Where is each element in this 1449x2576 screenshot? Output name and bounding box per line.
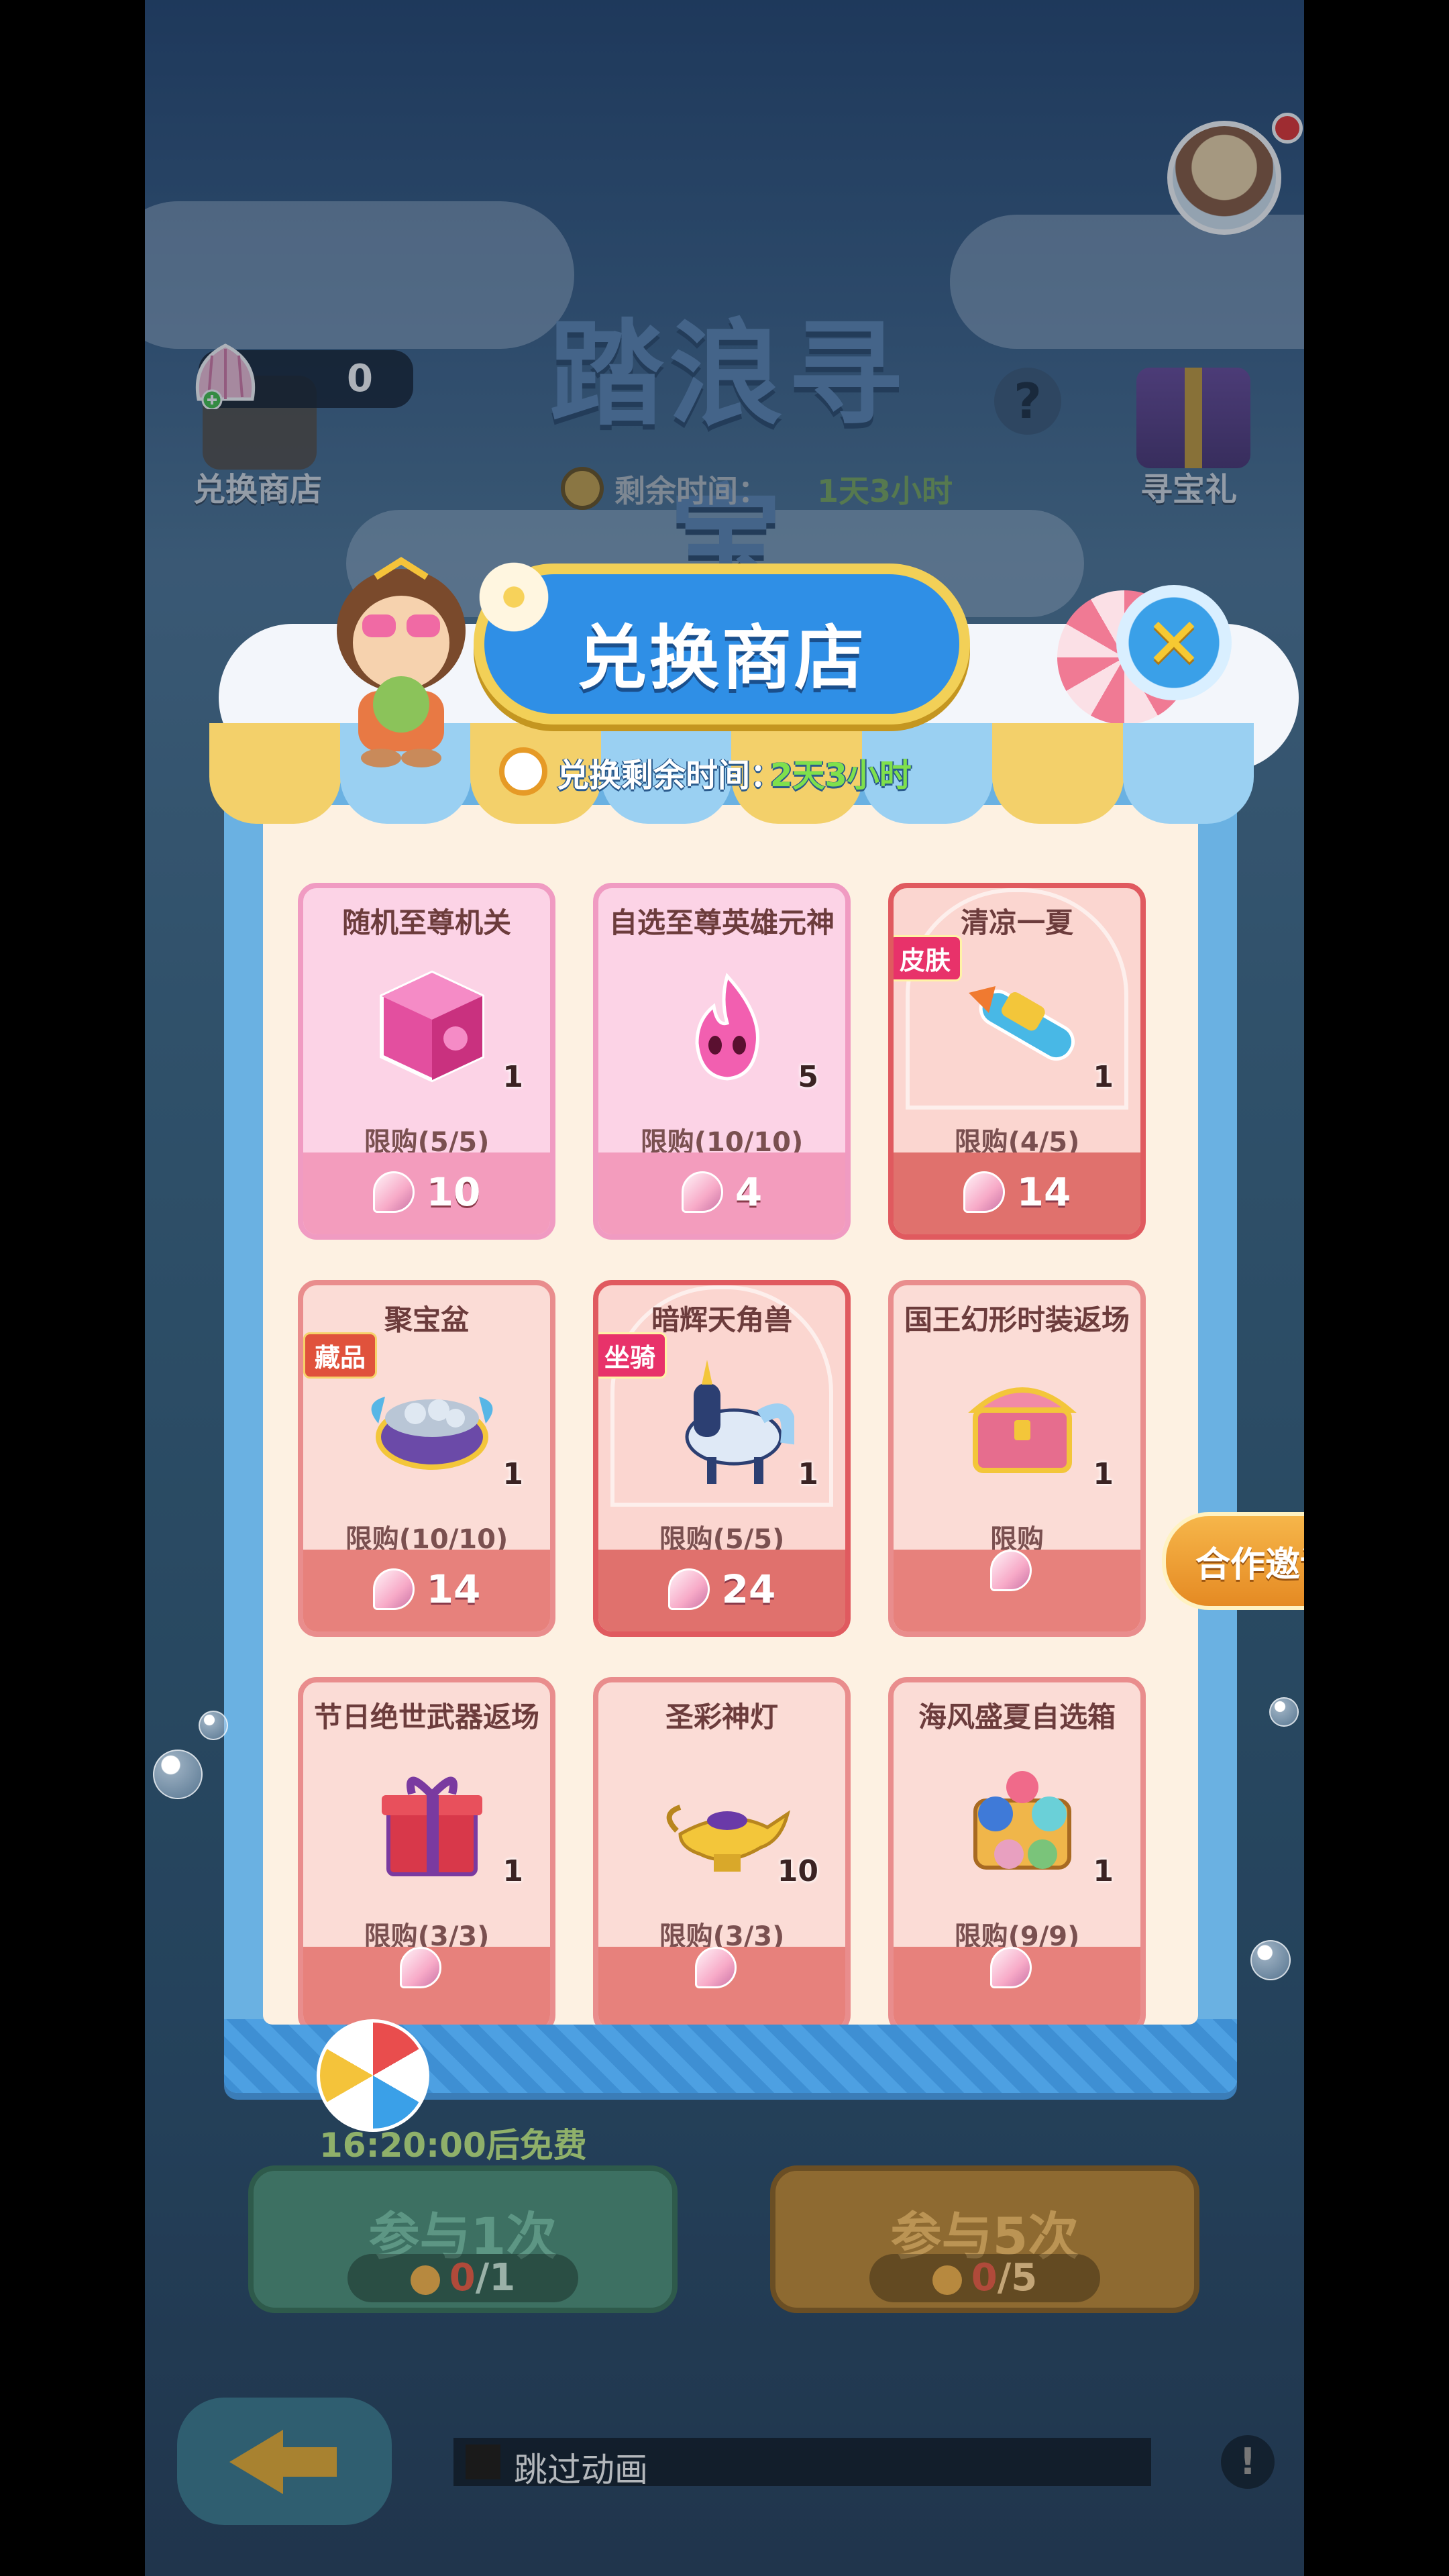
bubble-decoration [1250,1940,1291,1980]
starfish-icon: ★ [1303,1986,1304,2093]
item-name: 圣彩神灯 [665,1701,778,1733]
magic-lamp-icon [666,1805,790,1872]
water-gun-icon [969,986,1075,1061]
price-button[interactable]: 4 [598,1152,845,1234]
bubble-decoration [199,1711,228,1740]
join-once-cost: 0/1 [347,2254,578,2302]
item-name: 国王幻形时装返场 [904,1303,1130,1336]
item-quantity: 1 [1093,1060,1114,1094]
join-once-button[interactable]: 参与1次 0/1 [248,2165,678,2313]
unicorn-mount-icon [685,1360,794,1484]
awning-stripe [992,723,1124,824]
drumstick-icon [932,2265,962,2295]
skip-animation-label: 跳过动画 [514,2451,648,2489]
item-quantity: 1 [1093,1457,1114,1491]
join-five-button[interactable]: 参与5次 0/5 [770,2165,1199,2313]
bubble-decoration [1269,1697,1299,1727]
shop-item-card[interactable]: 国王幻形时装返场 1 限购 [888,1280,1146,1637]
join-five-cost: 0/5 [869,2254,1100,2302]
skip-checkbox[interactable] [466,2445,500,2479]
shop-item-card[interactable]: 节日绝世武器返场 1 限购(3/3) [298,1677,555,2025]
back-arrow-icon-bar [276,2447,337,2477]
exchange-timer: 兑换剩余时间： 2天3小时 [499,745,969,798]
price-button[interactable]: 14 [303,1550,550,1631]
info-icon[interactable]: ! [1221,2435,1275,2489]
exchange-timer-value: 2天3小时 [770,757,912,794]
item-quantity: 10 [777,1854,818,1888]
awning-stripe [1122,723,1254,824]
close-button[interactable]: ✕ [1116,585,1232,700]
modal-title: 兑换商店 [576,617,867,699]
item-tag-badge: 坐骑 [598,1332,667,1379]
shop-item-card[interactable]: 自选至尊英雄元神 5 限购(10/10) 4 [593,883,851,1240]
shell-currency-icon [372,1171,415,1213]
shell-currency-icon [667,1568,710,1610]
price-button[interactable] [894,1550,1140,1631]
item-name: 节日绝世武器返场 [313,1701,539,1733]
clock-icon [499,747,547,796]
exchange-timer-label: 兑换剩余时间： [557,757,783,794]
shop-item-card[interactable]: 聚宝盆 藏品 1 限购(10/10) 14 [298,1280,555,1637]
price-value: 24 [721,1566,776,1612]
shell-currency-icon [372,1568,415,1610]
gift-box-icon [382,1776,482,1876]
game-screen: 踏浪寻宝 ? 0 兑换商店 剩余时间： 1天3小时 寻宝礼 16:20:00后免… [145,0,1304,2576]
coop-invite-button[interactable]: 合作邀请（1） [1162,1512,1304,1610]
price-button[interactable] [598,1947,845,2025]
shell-currency-icon [990,1947,1032,1988]
price-value: 14 [426,1566,481,1612]
shop-item-card[interactable]: 随机至尊机关 1 限购(5/5) 10 [298,883,555,1240]
item-quantity: 1 [1093,1854,1114,1888]
treasure-bowl-icon [371,1397,493,1470]
skip-animation-toggle[interactable]: 跳过动画 [453,2438,1151,2489]
item-quantity: 5 [798,1060,818,1094]
coop-invite-label: 合作邀请（1） [1195,1545,1304,1585]
shell-currency-icon [695,1947,737,1988]
shell-currency-icon [400,1947,441,1988]
back-arrow-icon [229,2430,283,2494]
pink-chest-icon [968,1387,1077,1473]
mascot-girl-icon [337,557,466,767]
price-button[interactable]: 10 [303,1152,550,1234]
shell-currency-icon [990,1550,1032,1591]
item-name: 海风盛夏自选箱 [918,1701,1116,1733]
price-button[interactable] [894,1947,1140,2025]
summer-chest-icon [973,1771,1071,1870]
bubble-decoration [153,1750,203,1799]
price-button[interactable] [303,1947,550,2025]
price-button[interactable]: 24 [598,1550,845,1631]
price-value: 4 [735,1169,763,1215]
item-quantity: 1 [502,1457,523,1491]
shop-item-grid[interactable]: 随机至尊机关 1 限购(5/5) 10 自选至尊英雄元神 5 限购(10/10) 4 清凉一夏皮… [263,805,1198,2025]
pink-flame-spirit-icon [695,972,759,1081]
shell-currency-icon [681,1171,723,1213]
item-name: 自选至尊英雄元神 [608,906,835,939]
drumstick-icon [410,2265,440,2295]
close-icon: ✕ [1144,602,1203,684]
item-name: 随机至尊机关 [341,906,511,939]
item-quantity: 1 [502,1854,523,1888]
shop-item-card[interactable]: 圣彩神灯 10 限购(3/3) [593,1677,851,2025]
item-quantity: 1 [502,1060,523,1094]
beach-ball-icon [317,2019,429,2132]
shop-item-card[interactable]: 清凉一夏 皮肤 1 限购(4/5) 14 [888,883,1146,1240]
shop-item-card[interactable]: 海风盛夏自选箱 1 限购(9/9) [888,1677,1146,2025]
item-tag-badge: 皮肤 [894,935,963,981]
price-value: 14 [1016,1169,1071,1215]
shell-currency-icon [963,1171,1005,1213]
shop-item-card[interactable]: 暗辉天角兽 坐骑 1 限购(5/5) 24 [593,1280,851,1637]
pink-cube-icon [380,970,484,1083]
item-tag-badge: 藏品 [303,1332,378,1379]
price-button[interactable]: 14 [894,1152,1140,1234]
item-quantity: 1 [798,1457,818,1491]
price-value: 10 [426,1169,481,1215]
